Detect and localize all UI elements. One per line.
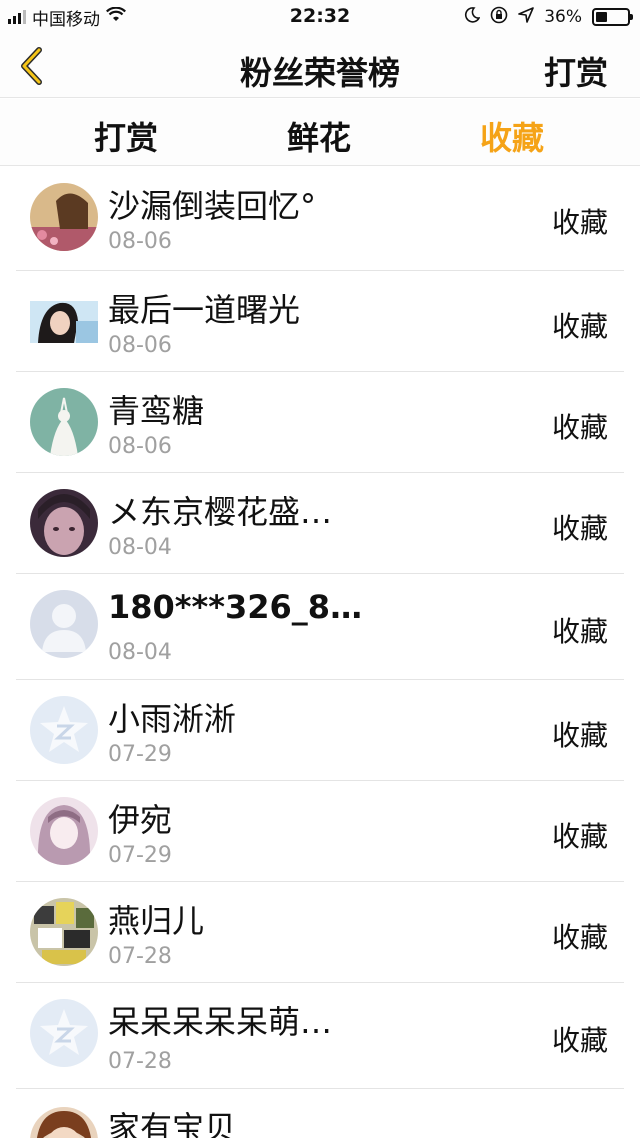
fan-date: 08-06 <box>108 229 172 254</box>
list-item[interactable]: 伊宛 07-29 收藏 <box>0 781 640 882</box>
list-item[interactable]: 沙漏倒装回忆° 08-06 收藏 <box>0 167 640 271</box>
battery-percent: 36% <box>544 7 582 27</box>
nav-bar: 粉丝荣誉榜 打赏 <box>0 34 640 98</box>
fan-date: 07-29 <box>108 843 172 868</box>
fan-action-label: 收藏 <box>552 1133 608 1138</box>
reward-button[interactable]: 打赏 <box>544 48 608 94</box>
moon-icon <box>464 6 481 28</box>
fan-date: 08-04 <box>108 535 172 560</box>
user-name: 180***326_83… <box>108 588 368 626</box>
photo-avatar-girl[interactable] <box>30 287 98 355</box>
user-name: 呆呆呆呆呆萌… <box>108 1003 333 1041</box>
chevron-left-icon <box>21 47 42 85</box>
default-qzone-avatar[interactable] <box>30 696 98 764</box>
fan-action-label: 收藏 <box>551 719 608 752</box>
tab-bar: 打赏 鲜花 收藏 <box>0 99 640 166</box>
status-left: 中国移动 <box>8 6 126 30</box>
battery-fill <box>596 12 607 22</box>
photo-avatar-face[interactable] <box>30 489 98 557</box>
wifi-icon <box>106 6 126 28</box>
back-button[interactable] <box>8 42 56 90</box>
carrier-label: 中国移动 <box>32 9 100 30</box>
user-name: 沙漏倒装回忆° <box>108 187 317 225</box>
photo-avatar-collage[interactable] <box>30 898 98 966</box>
user-name: メ东京樱花盛… <box>108 493 333 531</box>
fan-action-label: 收藏 <box>551 921 608 954</box>
fan-date: 08-04 <box>108 640 172 665</box>
status-right: 36% <box>464 6 633 29</box>
fan-date: 08-06 <box>108 333 172 358</box>
fan-action-label: 收藏 <box>551 512 608 545</box>
illustration-avatar-green[interactable] <box>30 388 98 456</box>
user-name: 青鸾糖 <box>108 392 205 430</box>
user-name: 最后一道曙光 <box>108 291 301 329</box>
default-person-avatar[interactable] <box>30 590 98 658</box>
rotation-lock-icon <box>490 6 508 29</box>
battery-icon <box>592 8 633 26</box>
fan-action-label: 收藏 <box>551 411 608 444</box>
fan-date: 07-28 <box>108 944 172 969</box>
list-item[interactable]: 家有宝贝 收藏 <box>0 1089 640 1138</box>
user-name: 小雨淅淅 <box>108 700 237 738</box>
fan-action-label: 收藏 <box>551 820 608 853</box>
status-bar: 中国移动 22:32 36% <box>0 0 640 34</box>
photo-avatar-girl-field[interactable] <box>30 183 98 251</box>
photo-avatar-child[interactable] <box>30 1107 98 1138</box>
list-item[interactable]: 燕归儿 07-28 收藏 <box>0 882 640 983</box>
list-item[interactable]: 小雨淅淅 07-29 收藏 <box>0 680 640 781</box>
tab-reward[interactable]: 打赏 <box>56 113 196 159</box>
list-item[interactable]: 呆呆呆呆呆萌… 07-28 收藏 <box>0 983 640 1089</box>
user-name: 燕归儿 <box>108 902 205 940</box>
fan-action-label: 收藏 <box>551 310 608 343</box>
list-item[interactable]: 180***326_83… 08-04 收藏 <box>0 574 640 680</box>
tab-flowers[interactable]: 鲜花 <box>249 113 389 159</box>
user-name: 家有宝贝 <box>108 1109 237 1138</box>
list-item[interactable]: メ东京樱花盛… 08-04 收藏 <box>0 473 640 574</box>
fan-date: 07-28 <box>108 1049 172 1074</box>
list-item[interactable]: 青鸾糖 08-06 收藏 <box>0 372 640 473</box>
tab-favorites[interactable]: 收藏 <box>442 113 582 159</box>
fan-action-label: 收藏 <box>551 206 608 239</box>
signal-icon <box>8 10 26 24</box>
fan-date: 07-29 <box>108 742 172 767</box>
list-item[interactable]: 最后一道曙光 08-06 收藏 <box>0 271 640 372</box>
illustration-avatar-pink[interactable] <box>30 797 98 865</box>
default-qzone-avatar[interactable] <box>30 999 98 1067</box>
fan-action-label: 收藏 <box>551 1024 608 1057</box>
fan-date: 08-06 <box>108 434 172 459</box>
user-name: 伊宛 <box>108 801 173 839</box>
fan-list: 沙漏倒装回忆° 08-06 收藏 最后一道曙光 08-06 收藏 青鸾糖 08-… <box>0 167 640 1138</box>
fan-action-label: 收藏 <box>551 615 608 648</box>
location-icon <box>518 6 535 28</box>
